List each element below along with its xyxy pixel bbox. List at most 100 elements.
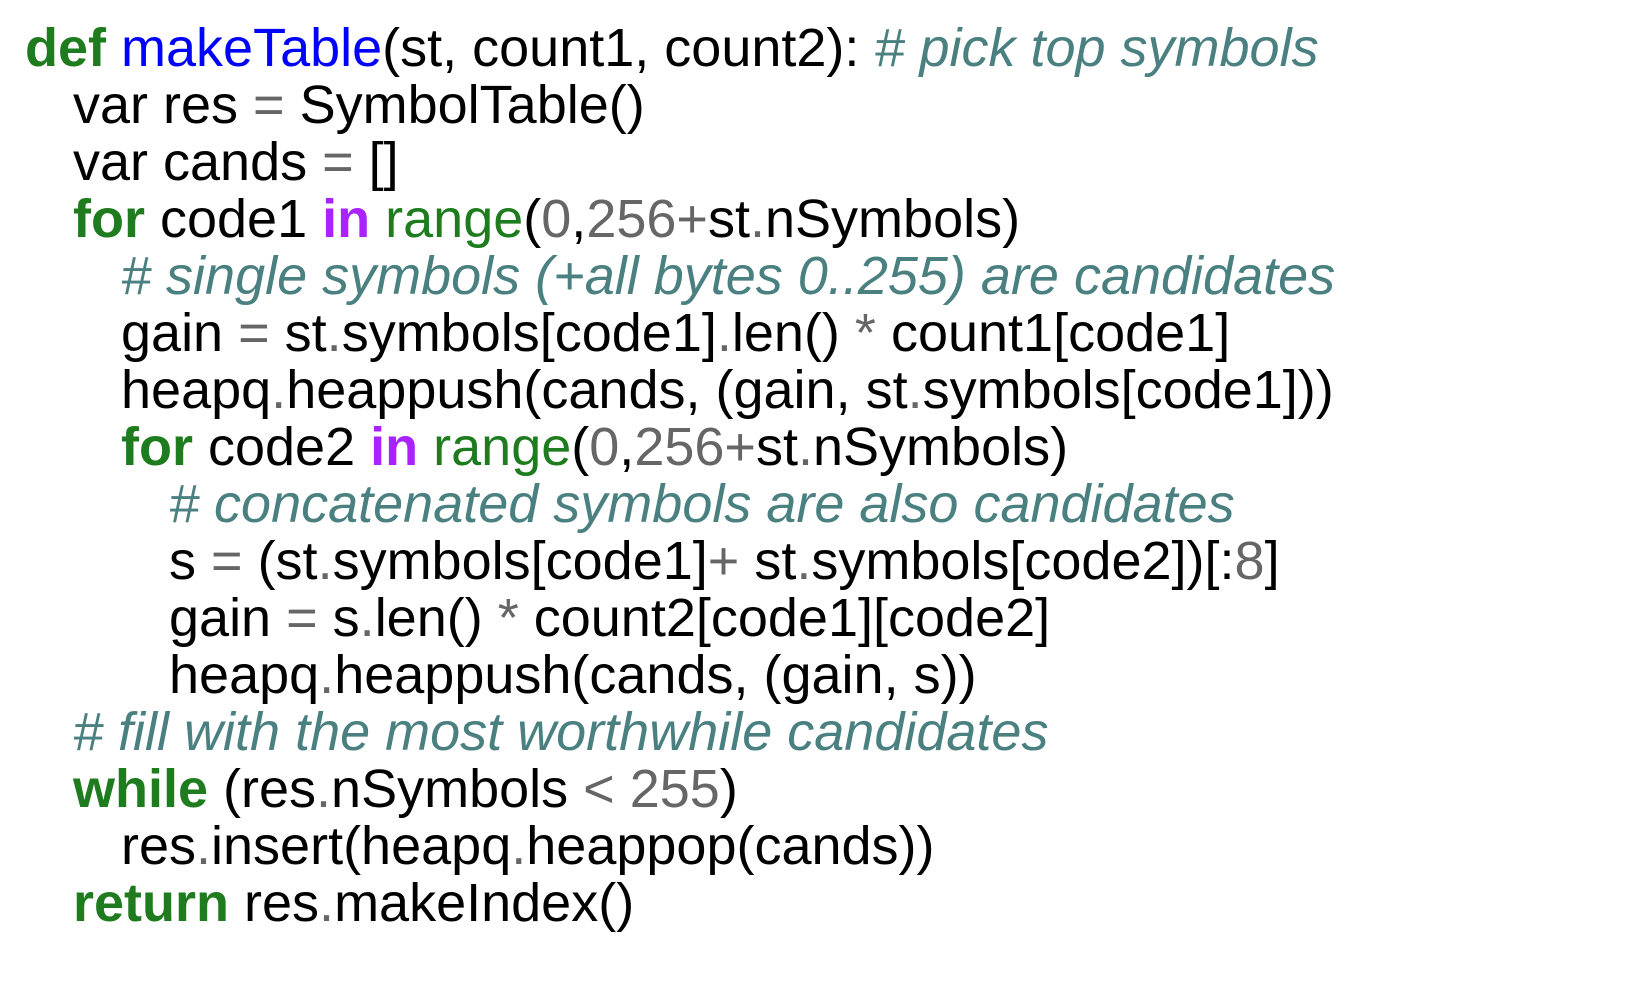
function-name-token: makeTable — [121, 18, 383, 78]
code-line: for code1 in range(0,256+st.nSymbols) — [73, 189, 1020, 249]
number-token: 256 — [634, 417, 725, 477]
operator-token: . — [716, 303, 732, 363]
code-text-token: heappush(cands, (gain, st — [286, 360, 908, 420]
operator-token: . — [749, 189, 765, 249]
code-text-token: (res — [208, 759, 317, 819]
keyword-token: def — [25, 18, 106, 78]
code-line: gain = s.len() * count2[code1][code2] — [169, 588, 1050, 648]
comment-token: # pick top symbols — [874, 18, 1319, 78]
in-keyword-token: in — [370, 417, 419, 477]
code-text-token: st — [739, 531, 797, 591]
code-line: heapq.heappush(cands, (gain, st.symbols[… — [121, 360, 1334, 420]
code-line: while (res.nSymbols < 255) — [73, 759, 738, 819]
code-text-token: symbols[code1] — [332, 531, 708, 591]
code-text-token: ) — [719, 759, 738, 819]
operator-token: . — [326, 303, 342, 363]
operator-token: + — [676, 189, 708, 249]
operator-token: . — [316, 759, 332, 819]
code-text-token: ] — [1264, 531, 1280, 591]
code-line: # single symbols (+all bytes 0..255) are… — [121, 246, 1335, 306]
code-text-token: heappush(cands, (gain, s)) — [334, 645, 977, 705]
code-text-token: (st, count1, count2): — [382, 18, 875, 78]
code-line: gain = st.symbols[code1].len() * count1[… — [121, 303, 1230, 363]
code-line: def makeTable(st, count1, count2): # pic… — [25, 18, 1319, 78]
code-text-token: res — [229, 873, 320, 933]
operator-token: . — [271, 360, 287, 420]
code-text-token: len() — [374, 588, 498, 648]
comment-token: # single symbols (+all bytes 0..255) are… — [121, 246, 1336, 306]
code-text-token: nSymbols — [331, 759, 584, 819]
code-line: for code2 in range(0,256+st.nSymbols) — [121, 417, 1068, 477]
operator-token: = — [238, 303, 270, 363]
code-listing: def makeTable(st, count1, count2): # pic… — [0, 0, 1645, 997]
operator-token: < — [583, 759, 615, 819]
code-text-token: ( — [523, 189, 542, 249]
code-text-token: var res — [73, 75, 254, 135]
code-text-token: nSymbols) — [813, 417, 1069, 477]
operator-token: . — [319, 873, 335, 933]
code-text-token: st — [707, 189, 750, 249]
number-token: 0 — [589, 417, 620, 477]
code-line: # fill with the most worthwhile candidat… — [73, 702, 1048, 762]
number-token: 8 — [1234, 531, 1265, 591]
operator-token: . — [196, 816, 212, 876]
code-text-token: heapq — [121, 360, 272, 420]
operator-token: = — [253, 75, 285, 135]
comment-token: # concatenated symbols are also candidat… — [169, 474, 1235, 534]
operator-token: . — [797, 417, 813, 477]
code-text-token: (st — [242, 531, 318, 591]
code-text-token: var cands — [73, 132, 323, 192]
code-line: var res = SymbolTable() — [73, 75, 645, 135]
operator-token: . — [511, 816, 527, 876]
operator-token: = — [286, 588, 318, 648]
code-text-token: res — [121, 816, 197, 876]
code-text-token: st — [269, 303, 327, 363]
code-text-token: gain — [169, 588, 287, 648]
code-line: heapq.heappush(cands, (gain, s)) — [169, 645, 977, 705]
number-token: 256 — [586, 189, 677, 249]
code-text-token: st — [755, 417, 798, 477]
number-token: 255 — [629, 759, 720, 819]
code-text-token: ( — [571, 417, 590, 477]
code-line: s = (st.symbols[code1]+ st.symbols[code2… — [169, 531, 1280, 591]
operator-token: . — [319, 645, 335, 705]
code-line: # concatenated symbols are also candidat… — [169, 474, 1235, 534]
comment-token: # fill with the most worthwhile candidat… — [73, 702, 1049, 762]
in-keyword-token: in — [322, 189, 371, 249]
code-text-token: code2 — [192, 417, 371, 477]
number-token: 0 — [541, 189, 572, 249]
code-line: res.insert(heapq.heappop(cands)) — [121, 816, 935, 876]
operator-token: . — [359, 588, 375, 648]
code-text-token: gain — [121, 303, 239, 363]
code-text-token: heapq — [169, 645, 320, 705]
code-text-token: s — [169, 531, 212, 591]
keyword-token: for — [121, 417, 193, 477]
operator-token: . — [907, 360, 923, 420]
code-text-token: , — [571, 189, 587, 249]
operator-token: = — [322, 132, 354, 192]
keyword-token: while — [73, 759, 209, 819]
operator-token: * — [854, 303, 876, 363]
code-text-token: [] — [353, 132, 399, 192]
operator-token: . — [317, 531, 333, 591]
code-text-token: nSymbols) — [765, 189, 1021, 249]
operator-token: + — [707, 531, 740, 591]
code-text-token: insert(heapq — [211, 816, 512, 876]
code-text-token: heappop(cands)) — [526, 816, 935, 876]
keyword-token: return — [73, 873, 230, 933]
operator-token: * — [497, 588, 519, 648]
code-text-token: symbols[code1] — [341, 303, 717, 363]
code-text-token: symbols[code1])) — [922, 360, 1334, 420]
code-text-token: SymbolTable() — [284, 75, 645, 135]
code-text-token: s — [317, 588, 360, 648]
keyword-token: for — [73, 189, 145, 249]
code-text-token: code1 — [144, 189, 323, 249]
code-text-token: makeIndex() — [334, 873, 635, 933]
builtin-token: range — [433, 417, 572, 477]
code-line: var cands = [] — [73, 132, 399, 192]
operator-token: = — [211, 531, 243, 591]
